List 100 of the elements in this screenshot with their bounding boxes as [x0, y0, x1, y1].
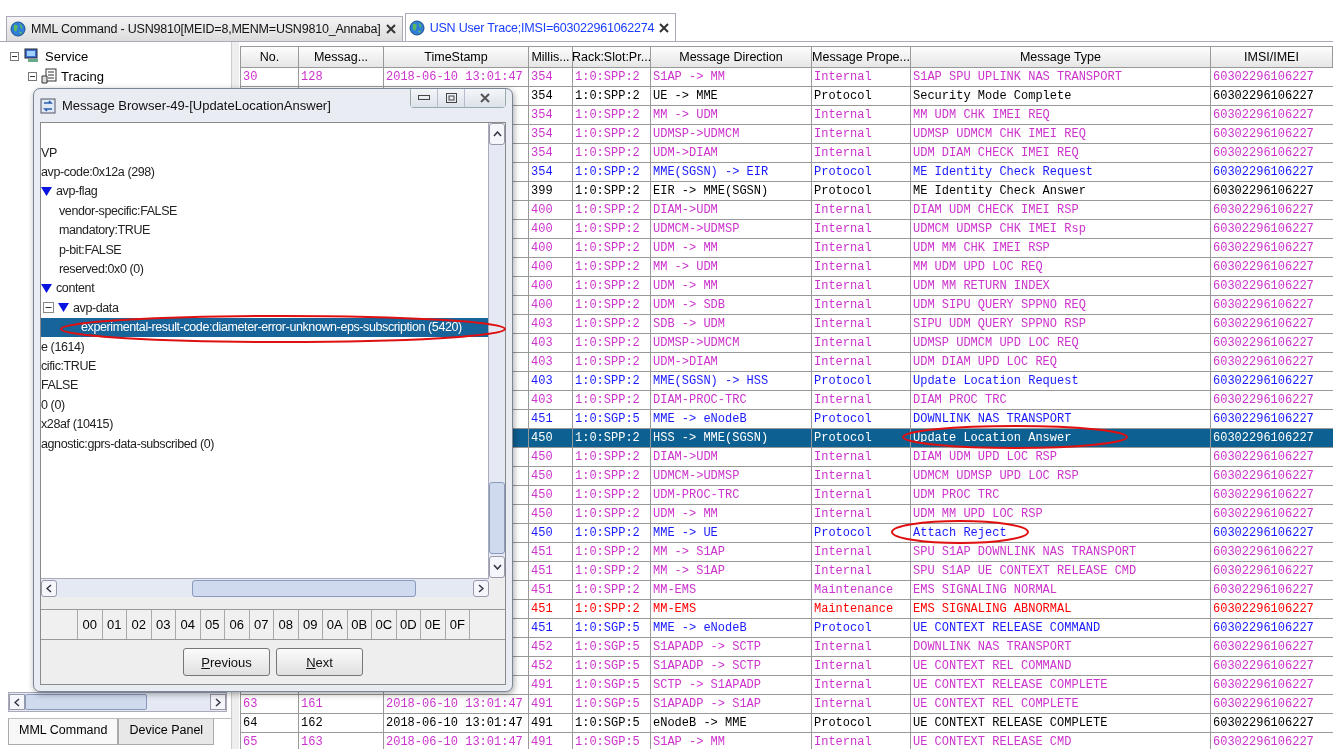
collapse-icon[interactable] — [10, 51, 19, 61]
table-cell: Internal — [814, 260, 872, 274]
hex-column-header: 0B — [346, 610, 371, 639]
minimize-button[interactable] — [411, 89, 437, 107]
document-tab[interactable]: MML Command - USN9810[MEID=8,MENM=USN9810_Annaba] — [6, 16, 403, 41]
hex-column-header: 04 — [175, 610, 200, 639]
table-cell: SIPU UDM QUERY SPPNO RSP — [913, 317, 1086, 331]
scroll-down-icon[interactable] — [492, 564, 502, 570]
table-cell: 60302296106227 — [1213, 602, 1314, 616]
table-cell: 354 — [531, 70, 553, 84]
table-cell: 60302296106227 — [1213, 184, 1314, 198]
table-cell: ME Identity Check Answer — [913, 184, 1086, 198]
vertical-scrollbar[interactable] — [488, 123, 505, 578]
table-cell: 1:0:SPP:2 — [575, 526, 640, 540]
table-cell: Internal — [814, 450, 872, 464]
column-header[interactable]: Rack:Slot:Pr... — [573, 47, 651, 67]
table-row[interactable]: 30 128 2018-06-10 13:01:47 354 1:0:SPP:2 S1AP -> MM Internal S1AP SPU UPLINK NAS TRANSPORT 60302296106227 — [240, 68, 1333, 87]
column-header[interactable]: IMSI/IMEI — [1211, 47, 1333, 67]
table-cell: 403 — [531, 374, 553, 388]
close-icon[interactable] — [659, 22, 670, 33]
table-cell: 1:0:SPP:2 — [575, 165, 640, 179]
expanded-triangle-icon[interactable] — [41, 283, 52, 293]
table-cell: 1:0:SGP:5 — [575, 659, 640, 673]
table-cell: 60302296106227 — [1213, 146, 1314, 160]
table-cell: UE CONTEXT RELEASE COMPLETE — [913, 716, 1108, 730]
scroll-left-icon[interactable] — [46, 583, 52, 593]
table-cell: 60302296106227 — [1213, 488, 1314, 502]
table-cell: MM -> UDM — [653, 108, 718, 122]
collapse-icon[interactable] — [43, 302, 54, 314]
computer-icon — [23, 48, 41, 64]
expanded-triangle-icon[interactable] — [41, 186, 52, 196]
tree-node-text: VP — [41, 145, 57, 160]
table-cell: Internal — [814, 640, 872, 654]
tree-item[interactable]: Tracing — [61, 68, 104, 84]
table-row[interactable]: 63 161 2018-06-10 13:01:47 491 1:0:SGP:5 S1APADP -> S1AP Internal UE CONTEXT REL COMPLETE 60302296106227 — [240, 695, 1333, 714]
table-cell: 1:0:SPP:2 — [575, 431, 640, 445]
table-cell: Protocol — [814, 184, 872, 198]
table-cell: 354 — [531, 127, 553, 141]
table-cell: 2018-06-10 13:01:47 — [386, 70, 523, 84]
table-cell: Internal — [814, 697, 872, 711]
table-cell: 451 — [531, 545, 553, 559]
document-tab[interactable]: USN User Trace;IMSI=603022961062274 — [404, 13, 677, 41]
table-cell: 30 — [243, 70, 258, 84]
table-cell: UE CONTEXT RELEASE COMMAND — [913, 621, 1101, 635]
minimize-icon[interactable] — [418, 95, 430, 101]
scrollbar-thumb[interactable] — [25, 694, 147, 710]
maximize-icon[interactable] — [445, 93, 457, 103]
table-row[interactable]: 64 162 2018-06-10 13:01:47 491 1:0:SGP:5 eNodeB -> MME Protocol UE CONTEXT RELEASE COMPLETE 60302296106227 — [240, 714, 1333, 733]
column-header[interactable]: Message Direction — [651, 47, 812, 67]
collapse-icon[interactable] — [28, 71, 37, 81]
horizontal-scrollbar[interactable] — [8, 692, 227, 712]
close-icon[interactable] — [385, 24, 396, 34]
table-cell: 1:0:SPP:2 — [575, 260, 640, 274]
table-cell: 1:0:SPP:2 — [575, 279, 640, 293]
table-cell: UDM-PROC-TRC — [653, 488, 740, 502]
tree-node-text: p-bit:FALSE — [59, 242, 122, 257]
table-cell: Protocol — [814, 526, 872, 540]
table-cell: MME -> eNodeB — [653, 412, 747, 426]
scrollbar-thumb[interactable] — [489, 482, 505, 554]
table-cell: S1APADP -> S1AP — [653, 697, 762, 711]
table-cell: 1:0:SPP:2 — [575, 393, 640, 407]
dialog-button[interactable]: Previous — [183, 648, 270, 676]
tree-node-text: reserved:0x0 (0) — [59, 262, 144, 277]
table-cell: 1:0:SPP:2 — [575, 374, 640, 388]
horizontal-scrollbar[interactable] — [41, 578, 489, 597]
dialog-button[interactable]: Next — [276, 648, 363, 676]
tree-node-text: content — [56, 281, 95, 296]
table-cell: MM -> S1AP — [653, 564, 725, 578]
column-header[interactable]: Message Type — [911, 47, 1211, 67]
tree-item[interactable]: Service — [45, 48, 89, 64]
column-header[interactable]: Messag... — [299, 47, 384, 67]
table-cell: 450 — [531, 526, 553, 540]
column-header[interactable]: No. — [241, 47, 299, 67]
table-cell: eNodeB -> MME — [653, 716, 747, 730]
column-header[interactable]: TimeStamp — [384, 47, 529, 67]
table-cell: EMS SIGNALING ABNORMAL — [913, 602, 1072, 616]
tree-row[interactable]: experimental-result-code:diameter-error-unknown-eps-subscription (5420) — [41, 317, 488, 337]
column-header[interactable]: Message Prope... — [812, 47, 911, 67]
table-cell: 1:0:SGP:5 — [575, 735, 640, 749]
maximize-button[interactable] — [437, 89, 464, 107]
close-icon[interactable] — [480, 93, 490, 103]
scroll-right-icon[interactable] — [478, 583, 484, 593]
table-cell: Internal — [814, 222, 872, 236]
table-cell: Internal — [814, 279, 872, 293]
table-cell: Internal — [814, 393, 872, 407]
panel-tab[interactable]: Device Panel — [118, 719, 215, 745]
scroll-up-icon[interactable] — [492, 131, 502, 137]
table-cell: S1APADP -> SCTP — [653, 659, 762, 673]
table-cell: Update Location Answer — [913, 431, 1072, 445]
scrollbar-thumb[interactable] — [192, 579, 416, 597]
scroll-right-icon[interactable] — [215, 697, 221, 707]
column-header[interactable]: Millis... — [529, 47, 573, 67]
scroll-left-icon[interactable] — [14, 697, 20, 707]
table-cell: 1:0:SPP:2 — [575, 222, 640, 236]
table-cell: 1:0:SPP:2 — [575, 70, 640, 84]
hex-column-header: 05 — [199, 610, 224, 639]
close-button[interactable] — [464, 89, 505, 107]
panel-tab[interactable]: MML Command — [8, 719, 119, 745]
table-cell: UDM -> MM — [653, 241, 718, 255]
expanded-triangle-icon[interactable] — [58, 303, 69, 313]
